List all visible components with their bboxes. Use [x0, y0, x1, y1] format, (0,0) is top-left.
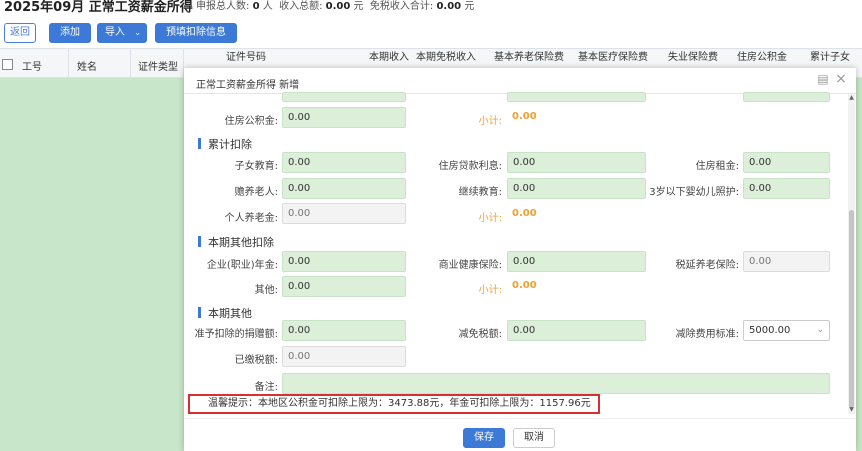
elderly-support-input[interactable]: 0.00	[282, 178, 406, 199]
personal-pension-label: 个人养老金:	[224, 213, 278, 224]
import-label: 导入	[105, 27, 125, 38]
tax-reduction-label: 减免税额:	[458, 329, 502, 340]
housing-loan-input[interactable]: 0.00	[507, 152, 646, 173]
add-button[interactable]: 添加	[49, 23, 91, 43]
subtotal-value: 0.00	[512, 208, 537, 219]
annuity-input[interactable]: 0.00	[282, 251, 406, 272]
income-unit: 元	[353, 1, 364, 12]
column-header[interactable]: 证件号码	[226, 48, 266, 63]
health-insurance-input[interactable]: 0.00	[507, 251, 646, 272]
paid-tax-input[interactable]: 0.00	[282, 346, 406, 367]
remark-label: 备注:	[254, 382, 278, 393]
annuity-label: 企业(职业)年金:	[206, 260, 278, 271]
health-insurance-label: 商业健康保险:	[438, 260, 502, 271]
section-marker	[198, 307, 201, 318]
section-title-cumulative: 累计扣除	[208, 138, 252, 151]
count-unit: 人	[262, 1, 273, 12]
subtotal-value: 0.00	[512, 111, 537, 122]
deferred-pension-input[interactable]: 0.00	[743, 251, 830, 272]
taxfree-label: 免税收入合计:	[369, 1, 434, 12]
personal-pension-input[interactable]: 0.00	[282, 203, 406, 224]
other-deduction-label: 其他:	[254, 285, 278, 296]
clipped-field[interactable]	[743, 92, 830, 102]
infant-care-label: 3岁以下婴幼儿照护:	[649, 187, 739, 198]
column-header[interactable]: 基本医疗保险费	[578, 48, 648, 63]
deferred-pension-label: 税延养老保险:	[675, 260, 739, 271]
income-value: 0.00	[325, 1, 351, 12]
scroll-down-icon[interactable]: ▼	[848, 407, 855, 413]
chevron-down-icon: ⌄	[134, 28, 141, 37]
dialog-title: 正常工资薪金所得 新增	[196, 80, 300, 91]
remark-input[interactable]	[282, 373, 830, 394]
paid-tax-label: 已缴税额:	[234, 355, 278, 366]
housing-fund-label: 住房公积金:	[224, 116, 278, 127]
close-icon[interactable]: ×	[835, 72, 847, 86]
taxfree-unit: 元	[464, 1, 475, 12]
child-education-label: 子女教育:	[234, 161, 278, 172]
scroll-up-icon[interactable]: ▲	[848, 95, 855, 101]
back-button[interactable]: 返回	[4, 23, 36, 43]
subtotal-value: 0.00	[512, 280, 537, 291]
column-header[interactable]: 证件类型	[138, 58, 178, 73]
section-marker	[198, 138, 201, 149]
save-button[interactable]: 保存	[463, 428, 505, 448]
continuing-education-input[interactable]: 0.00	[507, 178, 646, 199]
other-deduction-input[interactable]: 0.00	[282, 276, 406, 297]
continuing-education-label: 继续教育:	[458, 187, 502, 198]
housing-loan-label: 住房贷款利息:	[438, 161, 502, 172]
clipped-field[interactable]	[507, 92, 646, 102]
column-header[interactable]: 累计子女	[810, 48, 850, 63]
select-all-checkbox[interactable]	[2, 59, 13, 70]
column-header[interactable]: 住房公积金	[737, 48, 787, 63]
deduction-standard-value: 5000.00	[749, 325, 791, 336]
subtotal-label: 小计:	[478, 285, 502, 296]
subtotal-label: 小计:	[478, 116, 502, 127]
section-title-other-deductions: 本期其他扣除	[208, 236, 274, 249]
deduction-standard-select[interactable]: 5000.00 ⌄	[743, 320, 830, 341]
column-header[interactable]: 失业保险费	[668, 48, 718, 63]
elderly-support-label: 赡养老人:	[234, 187, 278, 198]
deduction-standard-label: 减除费用标准:	[675, 329, 739, 340]
column-header[interactable]: 姓名	[77, 58, 97, 73]
page-title: 2025年09月 正常工资薪金所得	[4, 0, 193, 15]
column-header[interactable]: 本期免税收入	[416, 48, 476, 63]
rent-label: 住房租金:	[695, 161, 739, 172]
chevron-down-icon: ⌄	[816, 325, 824, 335]
donation-input[interactable]: 0.00	[282, 320, 406, 341]
import-button[interactable]: 导入 ⌄	[97, 23, 147, 43]
prefill-deductions-button[interactable]: 预填扣除信息	[155, 23, 237, 43]
maximize-icon[interactable]: ▤	[817, 73, 829, 85]
column-header[interactable]: 基本养老保险费	[494, 48, 564, 63]
donation-label: 准予扣除的捐赠额:	[194, 329, 278, 340]
summary-stats: 申报总人数: 0 人 收入总额: 0.00 元 免税收入合计: 0.00 元	[196, 0, 474, 12]
cancel-button[interactable]: 取消	[513, 428, 555, 448]
scrollbar-thumb[interactable]	[849, 210, 854, 408]
income-label: 收入总额:	[279, 1, 323, 12]
add-income-dialog: 正常工资薪金所得 新增 ▤ × 住房公积金: 0.00 小计: 0.00 累计扣…	[184, 68, 856, 451]
tax-reduction-input[interactable]: 0.00	[507, 320, 646, 341]
subtotal-label: 小计:	[478, 213, 502, 224]
rent-input[interactable]: 0.00	[743, 152, 830, 173]
dialog-footer-divider	[184, 418, 856, 419]
taxfree-value: 0.00	[436, 1, 462, 12]
housing-fund-input[interactable]: 0.00	[282, 107, 406, 128]
count-label: 申报总人数:	[196, 1, 250, 12]
infant-care-input[interactable]: 0.00	[743, 178, 830, 199]
section-title-other: 本期其他	[208, 307, 252, 320]
deduction-limit-tip: 温馨提示：本地区公积金可扣除上限为：3473.88元，年金可扣除上限为：1157…	[188, 394, 600, 414]
section-marker	[198, 236, 201, 247]
child-education-input[interactable]: 0.00	[282, 152, 406, 173]
clipped-field[interactable]	[282, 92, 406, 102]
count-value: 0	[252, 1, 260, 12]
column-header[interactable]: 工号	[22, 58, 42, 73]
column-header[interactable]: 本期收入	[369, 48, 409, 63]
